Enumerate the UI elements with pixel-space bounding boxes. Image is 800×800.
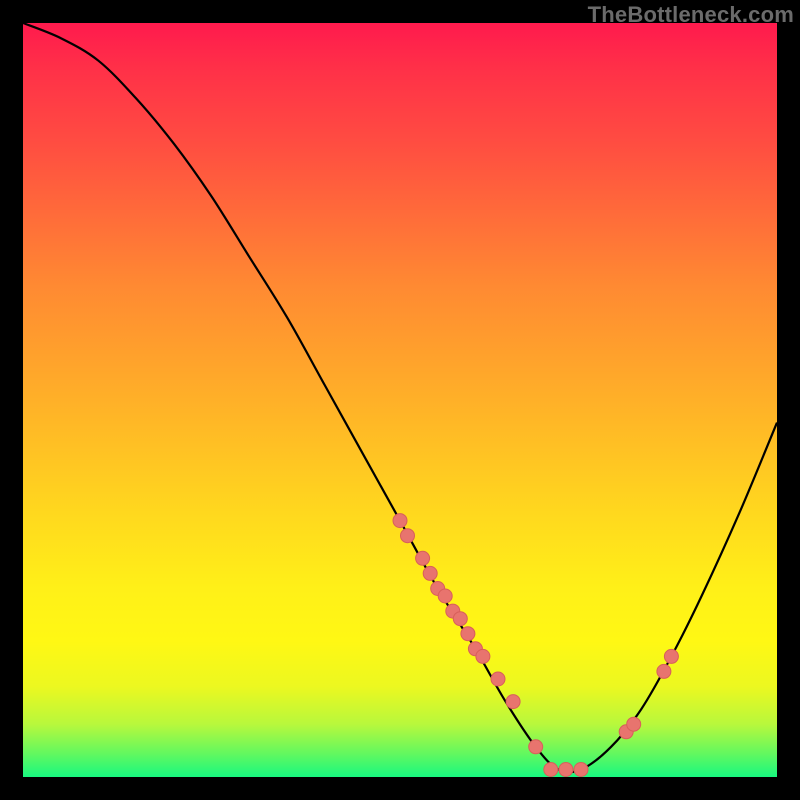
data-point: [544, 763, 558, 777]
data-point: [461, 627, 475, 641]
data-point: [423, 566, 437, 580]
chart-plot-area: [23, 23, 777, 777]
data-point: [491, 672, 505, 686]
data-point: [559, 763, 573, 777]
data-point: [506, 695, 520, 709]
data-point: [401, 529, 415, 543]
data-point: [393, 514, 407, 528]
data-point: [627, 717, 641, 731]
data-point: [574, 763, 588, 777]
bottleneck-chart: [23, 23, 777, 777]
data-point: [476, 649, 490, 663]
data-point: [657, 664, 671, 678]
data-point: [416, 551, 430, 565]
data-point: [664, 649, 678, 663]
watermark-text: TheBottleneck.com: [588, 2, 794, 28]
data-point: [453, 612, 467, 626]
data-point: [529, 740, 543, 754]
data-point: [438, 589, 452, 603]
bottleneck-curve: [23, 23, 777, 772]
